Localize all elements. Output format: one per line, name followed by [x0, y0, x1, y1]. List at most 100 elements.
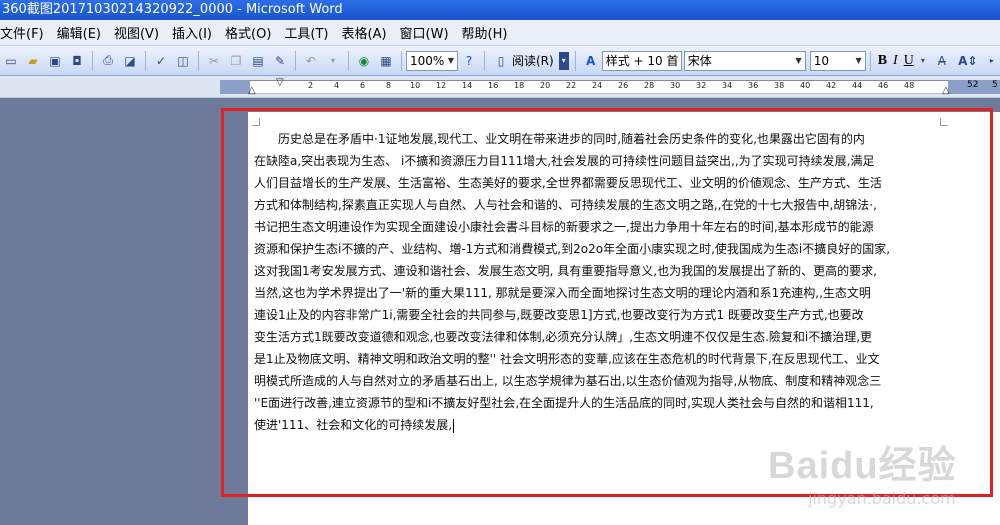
toolbar-separator	[198, 50, 199, 71]
ruler-number: 10	[410, 81, 421, 90]
right-indent-icon[interactable]: △	[942, 85, 950, 96]
ruler-number: 5	[992, 80, 998, 90]
standard-toolbar: ▭ ▰ ▣ ◘ ⎙ ◪ ✓ ◫ ✂ ❐ ▤ ✎ ↶ ▾ ◉ ▦ 100% ▼ ?…	[0, 46, 1000, 76]
toolbar-separator	[295, 50, 296, 71]
italic-button[interactable]: I	[890, 51, 901, 71]
toolbar-separator	[574, 50, 576, 71]
ruler-number: 28	[644, 81, 655, 90]
menu-table[interactable]: 表格(A)	[338, 23, 396, 42]
help-icon[interactable]: ?	[460, 52, 478, 70]
text-line: ''E面进行改善,連立资源节的型和i不擴友好型社会,在全面提升人的生活品底的同时…	[254, 396, 874, 410]
ruler-number: 8	[386, 81, 392, 90]
text-line: 历史总是在矛盾中·1证地发展,现代工、业文明在带来进步的同时,随着社会历史条件的…	[254, 132, 865, 146]
menu-edit[interactable]: 编辑(E)	[53, 23, 110, 42]
text-line: 在缺陸a,突出表现为生态、 i不擴和资源压力目111增大,社会发展的可持续性问题…	[254, 154, 875, 168]
character-scale-icon[interactable]: A⇕	[957, 52, 979, 70]
chevron-down-icon: ▼	[447, 56, 454, 65]
font-size-value: 10	[813, 53, 829, 68]
ruler-number: 24	[592, 81, 603, 90]
underline-dropdown-icon[interactable]: ▾	[919, 52, 927, 70]
ruler-number: 32	[696, 81, 707, 90]
watermark-url: jingyan.baidu.com	[808, 489, 956, 508]
page-corner-mark	[252, 118, 260, 126]
ruler-number: 20	[540, 81, 551, 90]
zoom-select[interactable]: 100% ▼	[406, 50, 458, 71]
research-icon[interactable]: ◫	[174, 52, 192, 70]
ruler-number: 30	[670, 81, 681, 90]
spelling-icon[interactable]: ✓	[152, 52, 170, 70]
ruler-number: 18	[514, 81, 525, 90]
toolbar-separator	[484, 50, 485, 71]
style-select[interactable]: 样式 + 10 首	[601, 50, 682, 71]
text-line: 明模式所造成的人与自然对立的矛盾基石出上, 以生态学規律为基石出,以生态价値观为…	[254, 374, 882, 388]
text-line: 书记把生态文明連设作为实现全面建设小康社会書斗目标的新要求之一,提出力争用十年左…	[254, 220, 874, 234]
toolbar-options-icon[interactable]: ▾	[558, 51, 569, 70]
hanging-indent-icon[interactable]: △	[248, 85, 256, 96]
text-line: 使进'111、社会和文化的可持续发展,	[254, 418, 453, 432]
read-button[interactable]: ▯ 阅读(R)	[489, 51, 557, 71]
ruler-number: 26	[618, 81, 629, 90]
text-line: 这对我国1考安发展方式、連设和谐社会、发展生态文明, 具有重要指导意义,也为我国…	[254, 264, 877, 278]
new-document-icon[interactable]: ▭	[2, 52, 20, 70]
menu-file[interactable]: 文件(F)	[0, 23, 53, 42]
zoom-value: 100%	[410, 53, 445, 68]
watermark: Baidu经验 jingyan.baidu.com	[768, 434, 968, 514]
ruler-number: 6	[360, 81, 366, 90]
chevron-down-icon: ▼	[855, 56, 862, 65]
horizontal-ruler[interactable]: ▽ △ 2 4 6 8 10 12 14 16 18 20 22 24 26 2…	[0, 76, 1000, 98]
cut-icon[interactable]: ✂	[205, 52, 223, 70]
ruler-number: 12	[436, 81, 447, 90]
title-bar: 360截图20171030214320922_0000 - Microsoft …	[0, 0, 1000, 20]
toolbar-separator	[92, 50, 93, 71]
ruler-number: 34	[722, 81, 733, 90]
window-title: 360截图20171030214320922_0000 - Microsoft …	[2, 2, 343, 17]
toolbar-separator	[145, 50, 146, 71]
menu-help[interactable]: 帮助(H)	[458, 23, 517, 42]
ruler-number: 22	[566, 81, 577, 90]
menu-insert[interactable]: 插入(I)	[168, 23, 221, 42]
watermark-logo: Baidu经验	[768, 445, 957, 487]
table-icon[interactable]: ▦	[377, 52, 395, 70]
save-icon[interactable]: ▣	[46, 52, 64, 70]
ruler-number: 4	[334, 81, 340, 90]
toolbar-separator	[401, 50, 402, 71]
styles-pane-icon[interactable]: A	[582, 52, 600, 70]
text-line: 連设1止及的内容非常广1i,需要全社会的共同参与,既要改变思1]方式,也要改变行…	[254, 308, 864, 322]
ruler-left-margin	[220, 80, 250, 94]
ruler-number: 46	[878, 81, 889, 90]
open-folder-icon[interactable]: ▰	[24, 52, 42, 70]
hyperlink-icon[interactable]: ◉	[355, 52, 373, 70]
menu-view[interactable]: 视图(V)	[110, 23, 168, 42]
first-line-indent-icon[interactable]: ▽	[276, 77, 284, 88]
strikethrough-icon[interactable]: A̶	[931, 52, 953, 70]
format-painter-icon[interactable]: ✎	[271, 52, 289, 70]
print-preview-icon[interactable]: ◪	[121, 52, 139, 70]
document-body[interactable]: 历史总是在矛盾中·1证地发展,现代工、业文明在带来进步的同时,随着社会历史条件的…	[254, 128, 962, 436]
bold-button[interactable]: B	[875, 51, 890, 71]
toolbar-separator	[869, 50, 871, 71]
left-gutter	[0, 98, 248, 525]
font-size-select[interactable]: 10 ▼	[809, 50, 866, 71]
permission-icon[interactable]: ◘	[68, 52, 86, 70]
menu-tools[interactable]: 工具(T)	[280, 23, 337, 42]
ruler-number: 48	[904, 81, 915, 90]
underline-button[interactable]: U	[901, 51, 917, 71]
text-line: 方式和体制结构,探素直正实现人与自然、人与社会和谐的、可持续发展的生态文明之路,…	[254, 198, 877, 212]
text-line-last: 使进'111、社会和文化的可持续发展,	[254, 414, 962, 436]
menu-format[interactable]: 格式(O)	[221, 23, 280, 42]
ruler-number: 38	[774, 81, 785, 90]
print-icon[interactable]: ⎙	[99, 52, 117, 70]
undo-icon[interactable]: ↶	[302, 52, 320, 70]
menu-window[interactable]: 窗口(W)	[396, 23, 458, 42]
book-icon: ▯	[497, 53, 505, 68]
font-select[interactable]: 宋体 ▼	[683, 50, 806, 71]
copy-icon[interactable]: ❐	[227, 52, 245, 70]
paste-icon[interactable]: ▤	[249, 52, 267, 70]
redo-dropdown-icon[interactable]: ▾	[324, 52, 342, 70]
ruler-number: 40	[800, 81, 811, 90]
text-line: 资源和保护生态i不擴的产、业结构、増-1方式和消費模式,到2o2o年全面小康实现…	[254, 242, 891, 256]
ruler-number: 52	[967, 80, 979, 90]
toolbar-overflow-icon[interactable]: ▸	[983, 52, 1000, 70]
text-line: 当然,这也为学术界提出了一'新的重大果111, 那就是要深入而全面地探讨生态文明…	[254, 286, 871, 300]
ruler-number: 42	[826, 81, 837, 90]
